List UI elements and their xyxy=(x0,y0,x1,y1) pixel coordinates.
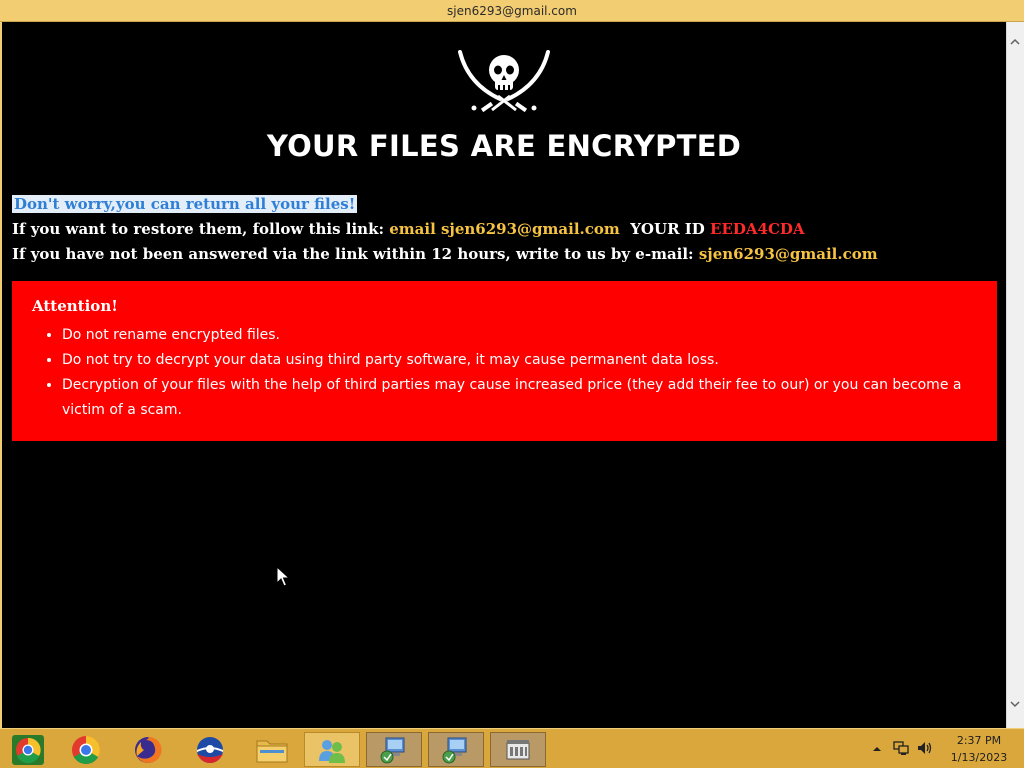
clock-date: 1/13/2023 xyxy=(950,751,1008,764)
firefox-icon xyxy=(135,736,162,763)
attention-list: Do not rename encrypted files. Do not tr… xyxy=(32,323,977,423)
taskbar-clock[interactable]: 2:37 PM 1/13/2023 xyxy=(940,732,1018,766)
chrome-icon xyxy=(72,735,100,764)
volume-icon[interactable] xyxy=(916,740,934,756)
taskbar-app-server[interactable] xyxy=(490,732,546,767)
fallback-contact-instructions: If you have not been answered via the li… xyxy=(12,245,878,263)
page-title: YOUR FILES ARE ENCRYPTED xyxy=(266,129,742,163)
chrome-alt-icon xyxy=(12,734,44,765)
taskbar-app-network-install[interactable] xyxy=(366,732,422,767)
vertical-scrollbar[interactable] xyxy=(1006,22,1024,728)
taskbar-app-opera[interactable] xyxy=(182,732,238,767)
contact-email-link[interactable]: email sjen6293@gmail.com xyxy=(389,220,620,238)
clock-time: 2:37 PM xyxy=(956,734,1002,747)
list-item: Do not try to decrypt your data using th… xyxy=(62,348,977,373)
scroll-down-arrow-icon[interactable] xyxy=(1009,698,1021,710)
window-title: sjen6293@gmail.com xyxy=(447,3,577,18)
victim-id-label: YOUR ID xyxy=(630,220,711,238)
show-hidden-icons-chevron-up-icon[interactable] xyxy=(872,744,882,754)
fallback-email: sjen6293@gmail.com xyxy=(698,245,878,263)
opera-icon xyxy=(197,736,223,763)
taskbar-app-people[interactable] xyxy=(304,732,360,767)
server-icon xyxy=(506,739,530,759)
taskbar-app-file-explorer[interactable] xyxy=(244,732,300,767)
restore-instructions: If you want to restore them, follow this… xyxy=(12,220,805,238)
people-icon xyxy=(319,739,345,763)
taskbar-app-firefox[interactable] xyxy=(120,732,176,767)
list-item: Do not rename encrypted files. xyxy=(62,323,977,348)
taskbar: 2:37 PM 1/13/2023 xyxy=(0,728,1024,768)
attention-title: Attention! xyxy=(32,297,118,315)
reassurance-text: Don't worry,you can return all your file… xyxy=(12,195,358,213)
window-title-bar[interactable]: sjen6293@gmail.com xyxy=(0,0,1024,22)
attention-box: Attention! Do not rename encrypted files… xyxy=(12,281,997,441)
ransom-note-page: YOUR FILES ARE ENCRYPTED Don't worry,you… xyxy=(2,22,1006,728)
fallback-contact-label: If you have not been answered via the li… xyxy=(12,245,699,263)
restore-instructions-label: If you want to restore them, follow this… xyxy=(12,220,390,238)
network-install-icon xyxy=(380,737,405,763)
taskbar-app-chrome-alt[interactable] xyxy=(0,732,56,767)
file-explorer-icon xyxy=(256,740,288,762)
network-install-icon-2 xyxy=(442,737,467,763)
pirate-skull-logo-icon xyxy=(458,50,550,113)
list-item: Decryption of your files with the help o… xyxy=(62,373,977,423)
taskbar-app-network-install-2[interactable] xyxy=(428,732,484,767)
victim-id-value: EEDA4CDA xyxy=(710,220,805,238)
scroll-up-arrow-icon[interactable] xyxy=(1009,36,1021,48)
network-icon[interactable] xyxy=(892,740,910,756)
mouse-pointer-icon xyxy=(276,566,290,587)
taskbar-app-chrome[interactable] xyxy=(58,732,114,767)
